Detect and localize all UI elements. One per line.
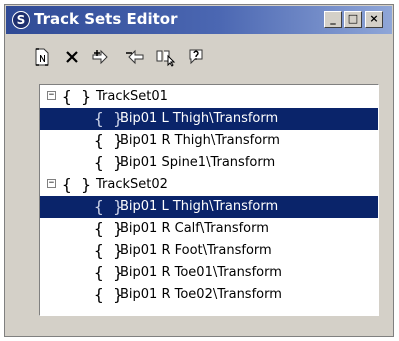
- track-braces-icon: { }: [94, 219, 123, 238]
- window-title: Track Sets Editor: [34, 10, 178, 28]
- track-label: Bip01 R Toe01\Transform: [120, 265, 282, 280]
- remove-tracks-icon[interactable]: [121, 45, 147, 69]
- collapse-icon[interactable]: −: [47, 91, 56, 100]
- trackset-label: TrackSet01: [96, 89, 168, 104]
- track-label: Bip01 R Thigh\Transform: [120, 133, 280, 148]
- track-braces-icon: { }: [94, 153, 123, 172]
- trackset-label: TrackSet02: [96, 177, 168, 192]
- trackset-braces-icon: { }: [62, 175, 91, 194]
- trackset-row[interactable]: − { } TrackSet02: [40, 174, 378, 196]
- track-row[interactable]: { } Bip01 R Toe02\Transform: [40, 284, 378, 306]
- get-selection-icon[interactable]: [153, 45, 179, 69]
- track-label: Bip01 L Thigh\Transform: [120, 111, 279, 126]
- app-icon[interactable]: S: [12, 11, 30, 29]
- track-row[interactable]: { } Bip01 R Calf\Transform: [40, 218, 378, 240]
- track-label: Bip01 R Toe02\Transform: [120, 287, 282, 302]
- track-braces-icon: { }: [94, 263, 123, 282]
- track-label: Bip01 Spine1\Transform: [120, 155, 276, 170]
- track-row[interactable]: { } Bip01 Spine1\Transform: [40, 152, 378, 174]
- track-label: Bip01 R Foot\Transform: [120, 243, 272, 258]
- track-sets-editor-window: S Track Sets Editor _ □ × − { } TrackSet: [4, 4, 394, 337]
- track-braces-icon: { }: [94, 109, 123, 128]
- track-row[interactable]: { } Bip01 R Foot\Transform: [40, 240, 378, 262]
- close-button[interactable]: ×: [365, 11, 383, 28]
- trackset-row[interactable]: − { } TrackSet01: [40, 86, 378, 108]
- minimize-button[interactable]: _: [324, 11, 342, 28]
- new-trackset-icon[interactable]: [29, 45, 55, 69]
- help-tracks-icon[interactable]: [185, 45, 211, 69]
- maximize-button[interactable]: □: [344, 11, 362, 28]
- track-sets-tree[interactable]: − { } TrackSet01 { } Bip01 L Thigh\Trans…: [39, 84, 379, 316]
- track-row[interactable]: { } Bip01 L Thigh\Transform: [40, 196, 378, 218]
- track-braces-icon: { }: [94, 197, 123, 216]
- track-row[interactable]: { } Bip01 R Thigh\Transform: [40, 130, 378, 152]
- trackset-braces-icon: { }: [62, 87, 91, 106]
- add-tracks-icon[interactable]: [89, 45, 115, 69]
- track-braces-icon: { }: [94, 285, 123, 304]
- title-bar[interactable]: S Track Sets Editor _ □ ×: [6, 6, 392, 34]
- track-label: Bip01 L Thigh\Transform: [120, 199, 279, 214]
- track-braces-icon: { }: [94, 241, 123, 260]
- track-row[interactable]: { } Bip01 R Toe01\Transform: [40, 262, 378, 284]
- delete-icon[interactable]: [59, 45, 85, 69]
- collapse-icon[interactable]: −: [47, 179, 56, 188]
- track-braces-icon: { }: [94, 131, 123, 150]
- track-row[interactable]: { } Bip01 L Thigh\Transform: [40, 108, 378, 130]
- track-label: Bip01 R Calf\Transform: [120, 221, 269, 236]
